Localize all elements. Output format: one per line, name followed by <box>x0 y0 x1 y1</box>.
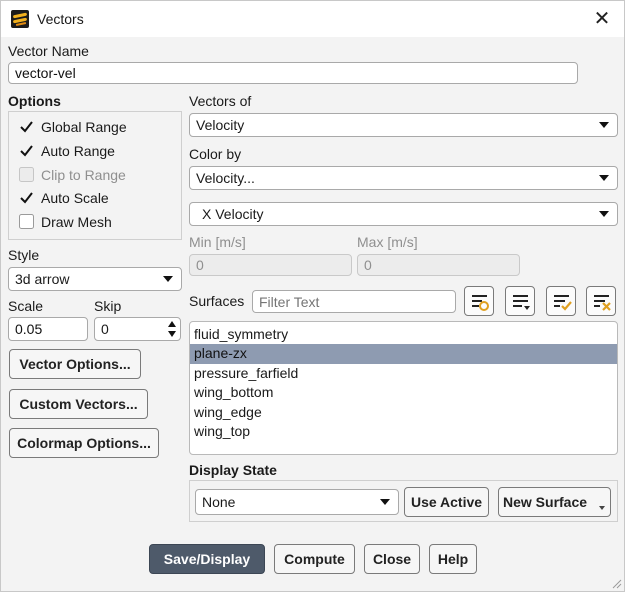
surfaces-filter-input[interactable] <box>252 290 456 313</box>
style-value: 3d arrow <box>15 271 70 287</box>
use-active-button[interactable]: Use Active <box>404 487 489 517</box>
display-state-dropdown[interactable]: None <box>195 489 399 515</box>
vectors-of-value: Velocity <box>196 117 245 133</box>
close-button[interactable]: Close <box>364 544 420 574</box>
new-surface-button[interactable]: New Surface <box>498 487 611 517</box>
list-dropdown-icon <box>513 295 530 310</box>
vectors-of-label: Vectors of <box>189 93 252 109</box>
global-range-checkbox[interactable] <box>19 119 34 134</box>
chevron-down-icon <box>599 175 609 181</box>
color-by-sub-dropdown[interactable]: X Velocity <box>189 202 618 226</box>
title-bar: Vectors ✕ <box>1 1 624 37</box>
clip-to-range-label: Clip to Range <box>41 167 126 183</box>
max-label: Max [m/s] <box>357 234 418 250</box>
custom-vectors-button[interactable]: Custom Vectors... <box>9 389 148 419</box>
draw-mesh-checkbox[interactable] <box>19 214 34 229</box>
chevron-down-icon <box>163 276 173 282</box>
colormap-options-button[interactable]: Colormap Options... <box>9 428 159 458</box>
skip-stepper[interactable]: 0 <box>94 317 181 341</box>
chevron-down-icon <box>599 506 605 510</box>
surface-item-fluid-symmetry[interactable]: fluid_symmetry <box>190 325 617 344</box>
color-by-label: Color by <box>189 146 242 162</box>
vector-name-input[interactable] <box>8 62 578 84</box>
surface-item-wing-bottom[interactable]: wing_bottom <box>190 383 617 402</box>
surfaces-label: Surfaces <box>189 293 245 309</box>
chevron-down-icon <box>599 211 609 217</box>
display-state-value: None <box>202 494 236 510</box>
options-label: Options <box>8 93 61 109</box>
scale-input[interactable] <box>8 317 88 341</box>
spin-up-icon[interactable] <box>168 321 176 327</box>
chevron-down-icon <box>599 122 609 128</box>
resize-grip-icon[interactable] <box>610 577 622 589</box>
compute-button[interactable]: Compute <box>274 544 355 574</box>
vectors-dialog: Vectors ✕ Vector Name Options Global Ran… <box>0 0 625 592</box>
close-icon[interactable]: ✕ <box>590 7 614 31</box>
color-by-sub-value: X Velocity <box>202 206 264 222</box>
surface-item-wing-top[interactable]: wing_top <box>190 422 617 441</box>
list-circle-icon <box>472 295 489 311</box>
surface-item-plane-zx[interactable]: plane-zx <box>190 344 617 364</box>
color-by-value: Velocity... <box>196 170 255 186</box>
surface-item-pressure-farfield[interactable]: pressure_farfield <box>190 364 617 383</box>
list-clear-icon <box>594 295 611 311</box>
surfaces-list: fluid_symmetry plane-zx pressure_farfiel… <box>189 321 618 455</box>
skip-label: Skip <box>94 298 122 314</box>
vector-options-button[interactable]: Vector Options... <box>9 349 141 379</box>
vectors-of-dropdown[interactable]: Velocity <box>189 113 618 137</box>
min-label: Min [m/s] <box>189 234 246 250</box>
color-by-dropdown[interactable]: Velocity... <box>189 166 618 190</box>
style-label: Style <box>8 247 40 263</box>
list-check-icon <box>554 295 572 311</box>
min-input <box>189 254 352 276</box>
display-state-label: Display State <box>189 462 277 478</box>
save-display-button[interactable]: Save/Display <box>149 544 265 574</box>
clip-to-range-checkbox <box>19 167 34 182</box>
auto-range-label: Auto Range <box>41 143 115 159</box>
global-range-label: Global Range <box>41 119 127 135</box>
vector-name-label: Vector Name <box>8 43 89 59</box>
window-title: Vectors <box>37 11 84 27</box>
list-options-icon-button[interactable] <box>505 286 535 316</box>
select-all-icon-button[interactable] <box>464 286 494 316</box>
scale-label: Scale <box>8 298 44 314</box>
app-icon <box>11 10 29 28</box>
help-button[interactable]: Help <box>429 544 477 574</box>
auto-scale-checkbox[interactable] <box>19 190 34 205</box>
spin-down-icon[interactable] <box>168 331 176 337</box>
auto-scale-label: Auto Scale <box>41 190 109 206</box>
select-check-icon-button[interactable] <box>546 286 576 316</box>
chevron-down-icon <box>380 499 390 505</box>
max-input <box>357 254 520 276</box>
deselect-icon-button[interactable] <box>586 286 616 316</box>
auto-range-checkbox[interactable] <box>19 143 34 158</box>
skip-value: 0 <box>101 321 109 337</box>
surface-item-wing-edge[interactable]: wing_edge <box>190 403 617 422</box>
style-dropdown[interactable]: 3d arrow <box>8 267 182 291</box>
new-surface-label: New Surface <box>503 494 588 510</box>
draw-mesh-label: Draw Mesh <box>41 214 112 230</box>
